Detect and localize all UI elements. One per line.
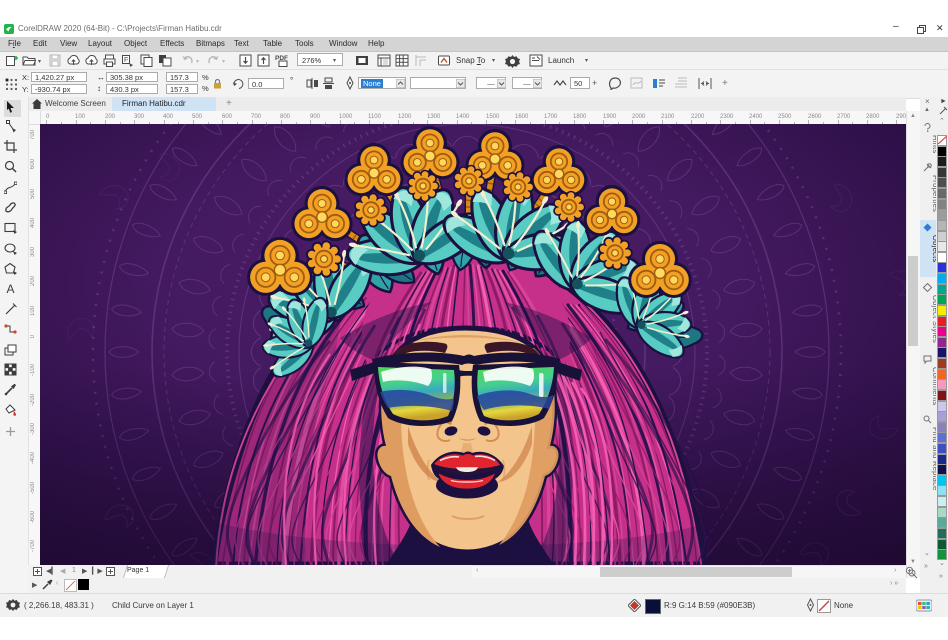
svg-text:A: A <box>6 282 14 295</box>
svg-text:F: F <box>124 57 128 64</box>
